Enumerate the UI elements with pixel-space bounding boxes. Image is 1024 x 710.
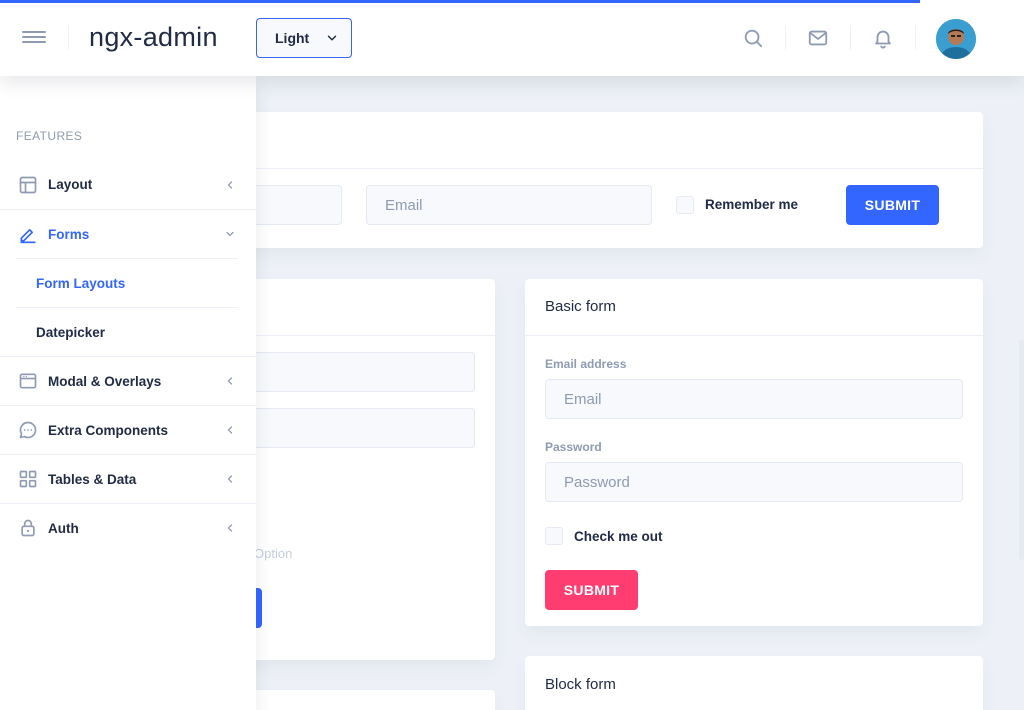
loading-progress-bar [0,0,920,3]
features-section-label: FEATURES [16,129,83,143]
message-circle-icon [19,421,37,439]
sidebar-item-label: Auth [48,520,79,536]
card-divider [240,168,983,169]
search-icon[interactable] [742,27,764,49]
theme-select-value: Light [275,30,310,46]
basic-form-card: Basic form Email address Email Password … [525,279,983,626]
sidebar-subitem-datepicker[interactable]: Datepicker [16,308,238,357]
email-placeholder: Email [385,196,423,214]
layout-icon [19,176,37,193]
scrollbar[interactable] [1019,340,1024,560]
chevron-left-icon [227,475,233,483]
sidebar-item-auth[interactable]: Auth [0,503,256,552]
basic-email-placeholder: Email [564,390,602,408]
basic-email-input[interactable]: Email [545,379,963,419]
basic-password-placeholder: Password [564,473,630,491]
header-divider [68,26,69,50]
inline-card-partial [240,690,495,710]
browser-icon [19,373,37,389]
email-address-label: Email address [545,357,627,371]
header-divider [915,26,916,50]
mail-icon[interactable] [807,27,829,49]
block-form-card: Block form [525,656,983,710]
check-me-out-checkbox[interactable] [545,527,563,545]
sidebar-subitem-label: Form Layouts [36,276,126,291]
sidebar-item-label: Extra Components [48,422,169,438]
card-divider [525,335,983,336]
chevron-left-icon [227,524,233,532]
remember-me-label[interactable]: Remember me [705,197,798,212]
check-me-out-label[interactable]: Check me out [574,529,663,544]
using-grid-card: Option [240,279,495,660]
sidebar-item-label: Tables & Data [48,471,137,487]
grid-email-input[interactable] [240,352,475,392]
basic-submit-button[interactable]: SUBMIT [545,570,638,610]
inline-form-card: Email Remember me SUBMIT [240,112,983,248]
header-divider [850,26,851,50]
header-divider [785,26,786,50]
card-divider [240,335,495,336]
chevron-left-icon [227,180,233,189]
sidebar-item-tables-data[interactable]: Tables & Data [0,454,256,503]
inline-submit-button[interactable]: SUBMIT [846,185,939,225]
sidebar-item-layout[interactable]: Layout [0,160,256,209]
user-avatar[interactable] [936,19,976,59]
theme-select[interactable]: Light [256,18,352,58]
sidebar: FEATURES Layout Forms Form Layouts Datep… [0,76,256,710]
bell-icon[interactable] [872,27,894,49]
sidebar-item-label: Modal & Overlays [48,373,162,389]
chevron-left-icon [227,377,233,385]
grid-password-input[interactable] [240,408,475,448]
sidebar-subitem-label: Datepicker [36,325,106,340]
chevron-down-icon [327,35,337,41]
sidebar-item-extra-components[interactable]: Extra Components [0,405,256,454]
password-label: Password [545,440,602,454]
sidebar-item-label: Layout [48,177,93,192]
sidebar-item-modal-overlays[interactable]: Modal & Overlays [0,356,256,405]
basic-password-input[interactable]: Password [545,462,963,502]
sidebar-item-label: Forms [48,226,90,242]
app-logo[interactable]: ngx-admin [89,22,218,53]
block-form-title: Block form [545,676,616,693]
lock-icon [21,519,35,537]
email-input[interactable]: Email [366,185,652,225]
grid-icon [19,470,37,488]
header: ngx-admin Light [0,0,1024,76]
radio-option-label: Option [254,546,293,561]
sidebar-subitem-form-layouts[interactable]: Form Layouts [16,259,238,308]
chevron-left-icon [227,426,233,434]
menu-icon[interactable] [22,28,46,48]
edit-icon [20,229,36,244]
basic-form-title: Basic form [545,298,616,315]
chevron-down-icon [226,231,234,237]
sidebar-item-forms[interactable]: Forms [0,209,256,258]
remember-me-checkbox[interactable] [676,196,694,214]
